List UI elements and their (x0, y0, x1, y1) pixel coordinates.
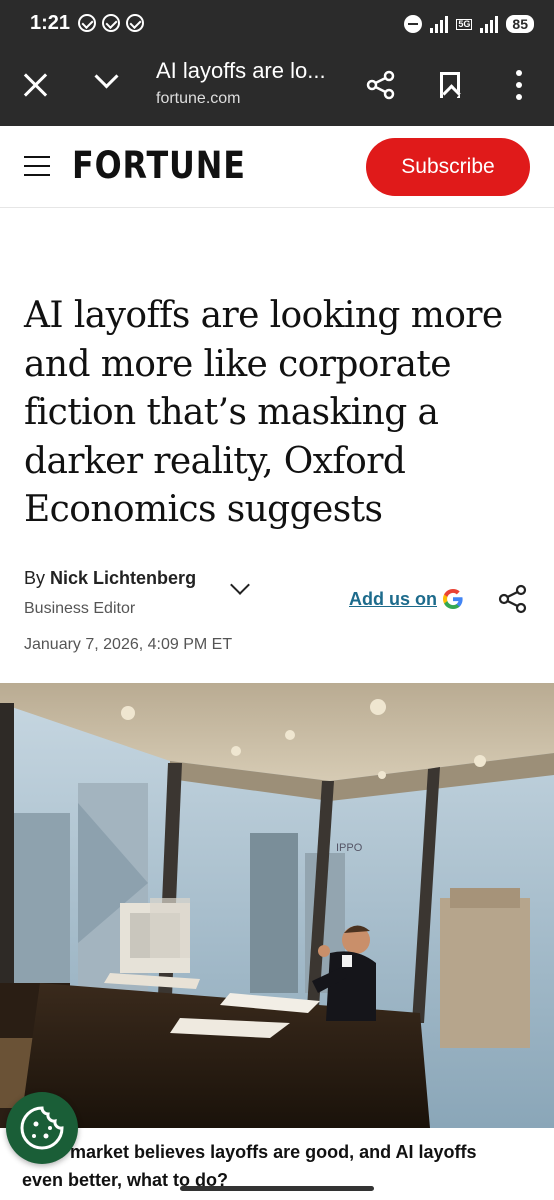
author-name[interactable]: Nick Lichtenberg (50, 568, 196, 588)
hero-image: IPPO (0, 683, 554, 1128)
site-header: FORTUNE Subscribe (0, 126, 554, 208)
site-logo[interactable]: FORTUNE (72, 144, 246, 187)
signal-icon (480, 15, 499, 33)
status-time: 1:21 (30, 12, 71, 34)
battery-icon: 85 (506, 15, 534, 33)
more-vert-icon[interactable] (516, 70, 522, 100)
office-scene-illustration: IPPO (0, 683, 554, 1128)
byline-prefix: By (24, 568, 46, 588)
author-role: Business Editor (24, 600, 136, 617)
close-icon[interactable] (22, 72, 48, 98)
share-icon[interactable] (366, 70, 396, 100)
add-us-on-google-link[interactable]: Add us on (349, 589, 437, 610)
share-icon[interactable] (498, 584, 528, 614)
status-bar: 1:21 5G 85 (0, 0, 554, 48)
dnd-icon (404, 15, 423, 33)
home-indicator[interactable] (180, 1186, 374, 1191)
subscribe-button[interactable]: Subscribe (366, 138, 530, 196)
cookie-settings-button[interactable] (6, 1092, 78, 1164)
chevron-down-icon[interactable] (92, 72, 120, 92)
google-icon[interactable] (441, 587, 465, 611)
browser-toolbar: AI layoffs are lo... fortune.com (0, 48, 554, 126)
article-headline: AI layoffs are looking more and more lik… (24, 295, 503, 530)
hamburger-icon[interactable] (24, 156, 50, 176)
check-circle-icon (102, 14, 120, 32)
network-type-label: 5G (456, 18, 473, 30)
signal-icon (430, 15, 449, 33)
check-circle-icon (78, 14, 96, 32)
cookie-icon (20, 1106, 64, 1150)
page-domain[interactable]: fortune.com (156, 90, 240, 108)
status-indicators: 5G 85 (404, 12, 534, 36)
check-circle-icon (126, 14, 144, 32)
building-sign: IPPO (336, 842, 363, 854)
byline: By Nick Lichtenberg (24, 568, 196, 589)
publish-date: January 7, 2026, 4:09 PM ET (24, 636, 233, 653)
page-title[interactable]: AI layoffs are lo... (156, 58, 326, 84)
chevron-down-icon[interactable] (230, 582, 250, 596)
bookmark-icon[interactable] (440, 72, 460, 98)
